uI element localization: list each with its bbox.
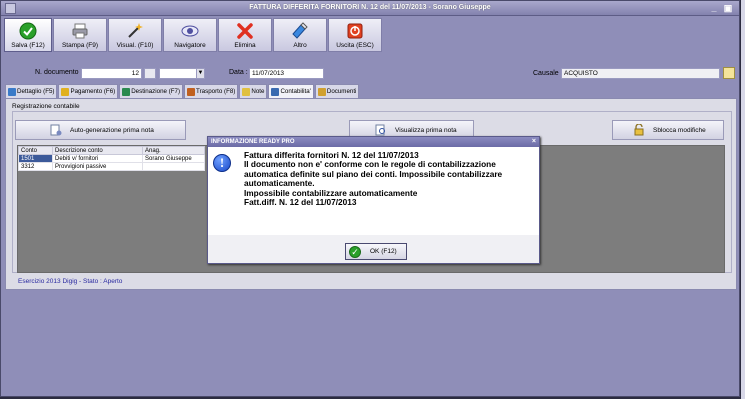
dialog-body: ! Fattura differita fornitori N. 12 del … [208, 147, 539, 235]
status-text: Esercizio 2013 Digig - Stato : Aperto [18, 278, 123, 285]
delete-button-label: Elimina [234, 42, 256, 49]
tab-label: Dettaglio (F5) [17, 88, 55, 95]
info-dialog: INFORMAZIONE READY PRO × ! Fattura diffe… [207, 136, 540, 264]
folder-icon[interactable] [723, 67, 735, 79]
unlock-button-label: Sblocca modifiche [653, 126, 706, 134]
tab-pagamento[interactable]: Pagamento (F6) [58, 84, 119, 98]
info-icon: ! [213, 154, 231, 172]
wand-icon [292, 22, 308, 39]
tab-documenti[interactable]: Documenti [314, 84, 360, 98]
column-header[interactable]: Anag. [142, 146, 205, 155]
date-field[interactable]: 11/07/2013 [249, 68, 324, 79]
table-cell[interactable]: Debiti v/ fornitori [52, 154, 143, 163]
other-button-label: Altro [293, 42, 307, 49]
print-button-label: Stampa (F9) [61, 42, 99, 49]
date-label: Data : [229, 69, 248, 76]
dialog-title: INFORMAZIONE READY PRO [211, 139, 295, 145]
table-cell[interactable]: Sorano Giuseppe [142, 154, 205, 163]
table-header: Conto Descrizione conto Anag. [18, 146, 205, 155]
doc-number-label: N. documento : [35, 69, 83, 76]
table-cell[interactable]: 3312 [18, 162, 53, 171]
eye-icon [181, 25, 199, 37]
tab-label: Contabilita' [280, 88, 311, 95]
view-journal-button-label: Visualizza prima nota [395, 126, 457, 134]
tab-bar: Dettaglio (F5) Pagamento (F6) Destinazio… [5, 84, 360, 98]
minimize-button[interactable]: _ [709, 4, 719, 13]
calculator-icon [271, 87, 280, 96]
doc-number-field[interactable]: 12 [81, 68, 142, 79]
window-title: FATTURA DIFFERITA FORNITORI N. 12 del 11… [249, 4, 491, 11]
table-cell[interactable]: 1501 [18, 154, 53, 163]
tab-label: Destinazione (F7) [131, 88, 181, 95]
print-button[interactable]: Stampa (F9) [53, 18, 107, 52]
tab-label: Note [251, 88, 265, 95]
doc-suffix-button[interactable] [144, 68, 156, 79]
section-label: Registrazione contabile [12, 103, 80, 110]
causale-field[interactable]: ACQUISTO [561, 68, 720, 79]
navigator-button[interactable]: Navigatore [163, 18, 217, 52]
title-bar: FATTURA DIFFERITA FORNITORI N. 12 del 11… [1, 1, 739, 16]
background-strip [741, 0, 745, 399]
autogen-button[interactable]: Auto-generazione prima nota [15, 120, 186, 140]
magic-wand-icon [128, 23, 143, 38]
table-row[interactable]: 3312 Provvigioni passive [18, 162, 205, 171]
other-button[interactable]: Altro [273, 18, 327, 52]
causale-label: Causale : [533, 70, 563, 77]
table-cell[interactable]: Provvigioni passive [52, 162, 143, 171]
tab-destinazione[interactable]: Destinazione (F7) [119, 84, 184, 98]
dialog-title-bar: INFORMAZIONE READY PRO × [208, 137, 539, 147]
accounts-table: Conto Descrizione conto Anag. 1501 Debit… [18, 146, 205, 171]
truck-icon [187, 87, 196, 96]
autogen-button-label: Auto-generazione prima nota [70, 126, 154, 134]
save-button-label: Salva (F12) [11, 42, 45, 49]
close-icon[interactable]: × [532, 137, 536, 147]
doc-series-select[interactable]: ▼ [159, 68, 205, 79]
tab-label: Pagamento (F6) [70, 88, 116, 95]
check-icon [19, 22, 37, 40]
view-button[interactable]: Visual. (F10) [108, 18, 162, 52]
tab-label: Documenti [326, 88, 357, 95]
check-icon: ✓ [349, 245, 361, 258]
magnifier-document-icon [375, 124, 385, 136]
dialog-message: Fattura differita fornitori N. 12 del 11… [244, 150, 502, 208]
ok-button[interactable]: ✓ OK (F12) [345, 243, 407, 260]
maximize-button[interactable]: ▣ [723, 4, 733, 13]
tab-label: Trasporto (F8) [196, 88, 236, 95]
tab-trasporto[interactable]: Trasporto (F8) [184, 84, 239, 98]
exit-button-label: Uscita (ESC) [336, 42, 374, 49]
column-header[interactable]: Descrizione conto [52, 146, 143, 155]
money-icon [61, 87, 70, 96]
printer-icon [72, 23, 88, 39]
tab-dettaglio[interactable]: Dettaglio (F5) [5, 84, 58, 98]
navigator-button-label: Navigatore [174, 42, 206, 49]
table-row[interactable]: 1501 Debiti v/ fornitori Sorano Giuseppe [18, 154, 205, 163]
map-icon [122, 87, 131, 96]
exit-button[interactable]: Uscita (ESC) [328, 18, 382, 52]
note-icon [242, 87, 251, 96]
tab-note[interactable]: Note [239, 84, 268, 98]
documents-icon [317, 87, 326, 96]
tab-contabilita[interactable]: Contabilita' [268, 84, 314, 98]
list-icon [8, 87, 16, 96]
exit-icon [347, 23, 363, 39]
delete-button[interactable]: Elimina [218, 18, 272, 52]
unlock-button[interactable]: Sblocca modifiche [612, 120, 724, 140]
toolbar: Salva (F12) Stampa (F9) Visual. (F10) Na… [4, 18, 382, 52]
padlock-icon [634, 124, 644, 136]
save-button[interactable]: Salva (F12) [4, 18, 52, 52]
chevron-down-icon: ▼ [196, 69, 204, 78]
column-header[interactable]: Conto [18, 146, 53, 155]
document-gear-icon [50, 124, 62, 136]
delete-x-icon [237, 23, 253, 39]
message-line: Fatt.diff. N. 12 del 11/07/2013 [244, 197, 357, 208]
table-cell[interactable] [142, 162, 205, 171]
view-button-label: Visual. (F10) [116, 42, 154, 49]
ok-button-label: OK (F12) [370, 248, 397, 255]
